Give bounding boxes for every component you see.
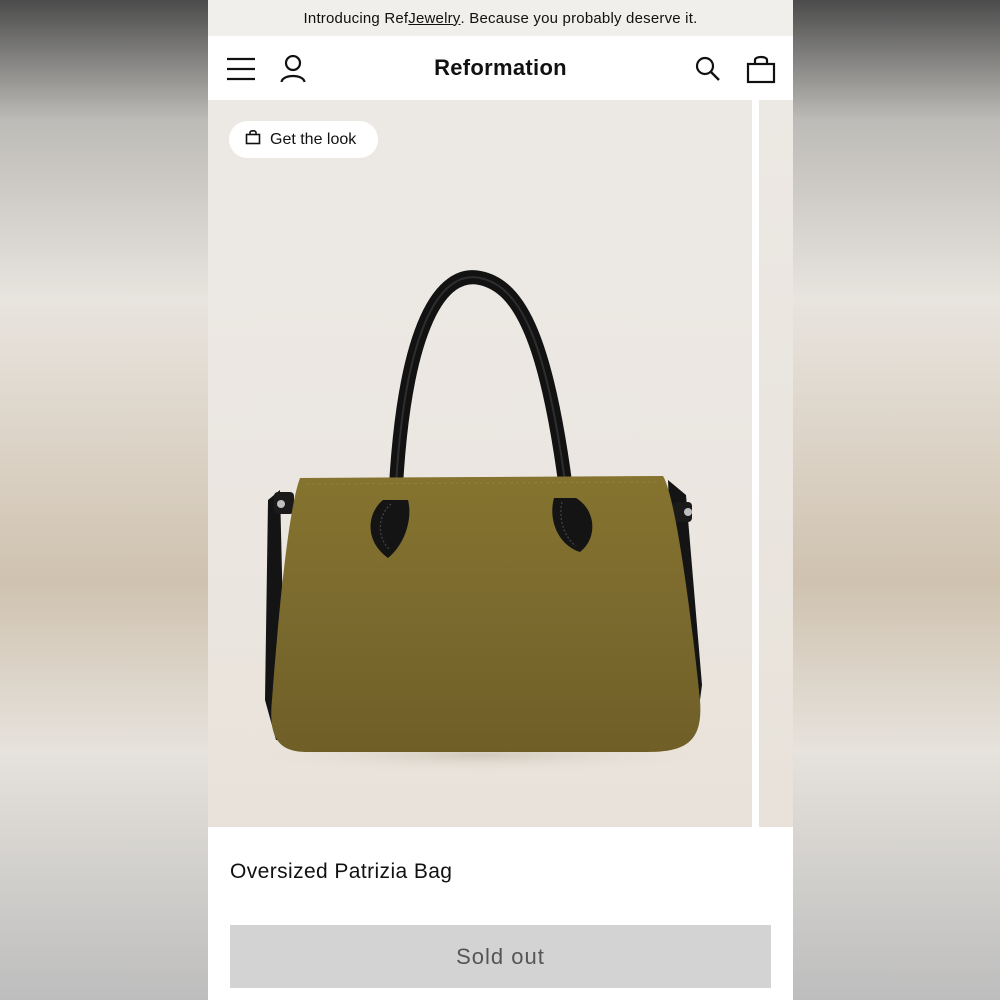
shopping-bag-icon <box>245 129 261 150</box>
mobile-page: Introducing Ref Jewelry. Because you pro… <box>208 0 793 1000</box>
site-header: Reformation <box>208 36 793 100</box>
product-image-gallery[interactable]: Get the look <box>208 100 793 827</box>
sold-out-button[interactable]: Sold out <box>230 925 771 988</box>
product-title: Oversized Patrizia Bag <box>230 860 453 883</box>
promo-suffix: . Because you probably deserve it. <box>460 9 698 27</box>
menu-icon[interactable] <box>226 54 256 84</box>
get-the-look-button[interactable]: Get the look <box>229 121 379 158</box>
promo-prefix: Introducing Ref <box>303 9 409 27</box>
next-image-peek[interactable] <box>759 100 793 827</box>
account-icon[interactable] <box>278 54 308 84</box>
product-image[interactable]: Get the look <box>208 100 752 827</box>
background-blur-left <box>0 0 208 1000</box>
shopping-bag-icon[interactable] <box>744 52 778 86</box>
background-blur-right <box>792 0 1000 1000</box>
promo-jewelry-link[interactable]: Jewelry <box>408 10 460 27</box>
bag-illustration <box>245 270 715 773</box>
search-icon[interactable] <box>693 54 723 84</box>
promo-banner[interactable]: Introducing Ref Jewelry. Because you pro… <box>208 0 793 36</box>
get-the-look-label: Get the look <box>270 130 357 148</box>
